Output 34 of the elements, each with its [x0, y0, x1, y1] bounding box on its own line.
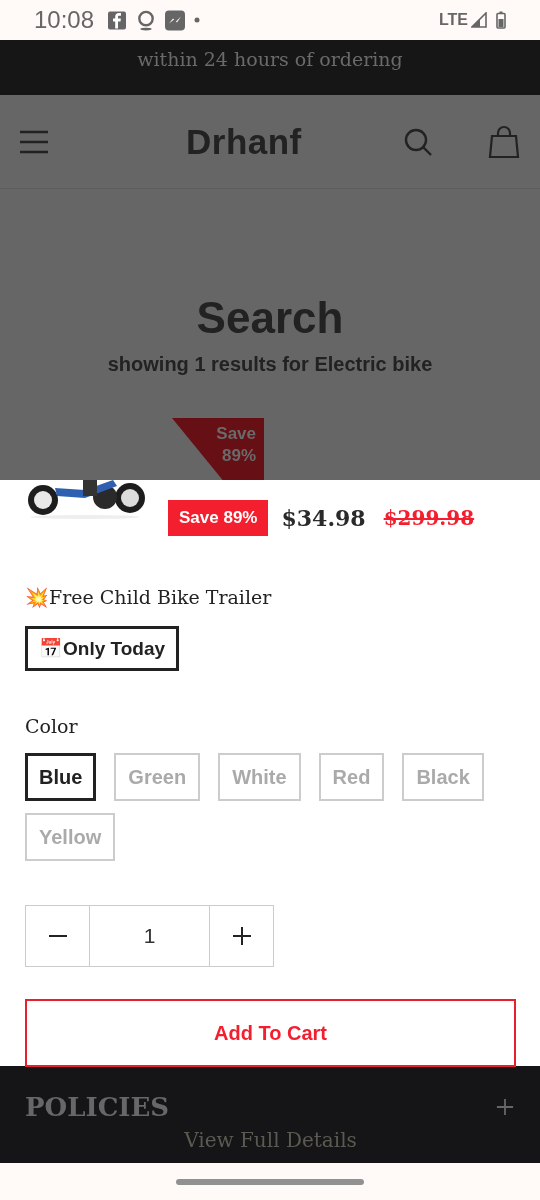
battery-icon	[496, 11, 506, 29]
color-option[interactable]: Blue	[25, 753, 97, 801]
discount-badge: Save 89%	[168, 500, 269, 536]
notification-dot-icon	[194, 17, 201, 23]
ring-icon	[136, 9, 157, 31]
clock: 10:08	[34, 6, 95, 34]
results-summary: showing 1 results for Electric bike	[107, 353, 433, 376]
signal-icon	[471, 12, 487, 28]
store-logo[interactable]: Drhanf	[186, 121, 302, 162]
page-title: Search	[196, 293, 344, 343]
ribbon-text: Save 89%	[215, 423, 256, 467]
messenger-icon	[165, 9, 186, 31]
color-option[interactable]: White	[218, 753, 301, 801]
sale-price: $34.98	[281, 505, 366, 531]
original-price: $299.98	[383, 506, 475, 530]
network-type: LTE	[438, 11, 468, 29]
add-to-cart-button[interactable]: Add To Cart	[25, 999, 516, 1067]
shopping-bag-icon[interactable]	[488, 124, 520, 159]
facebook-icon	[107, 9, 128, 31]
minus-icon	[47, 935, 68, 937]
announcement-text: within 24 hours of ordering	[137, 48, 403, 72]
plus-icon	[231, 926, 252, 946]
color-option[interactable]: Black	[402, 753, 484, 801]
home-indicator[interactable]	[176, 1178, 364, 1185]
expand-icon[interactable]	[496, 1098, 514, 1116]
color-option[interactable]: Yellow	[25, 813, 116, 861]
color-option[interactable]: Red	[318, 753, 385, 801]
promo-text: 💥Free Child Bike Trailer	[25, 585, 272, 610]
policies-heading[interactable]: POLICIES	[25, 1092, 170, 1122]
color-option[interactable]: Green	[114, 753, 201, 801]
option-label: Color	[25, 715, 78, 737]
offer-tag: 📅Only Today	[25, 626, 180, 671]
view-details-link[interactable]: View Full Details	[184, 1128, 357, 1152]
quantity-stepper[interactable]: 1	[25, 905, 274, 967]
